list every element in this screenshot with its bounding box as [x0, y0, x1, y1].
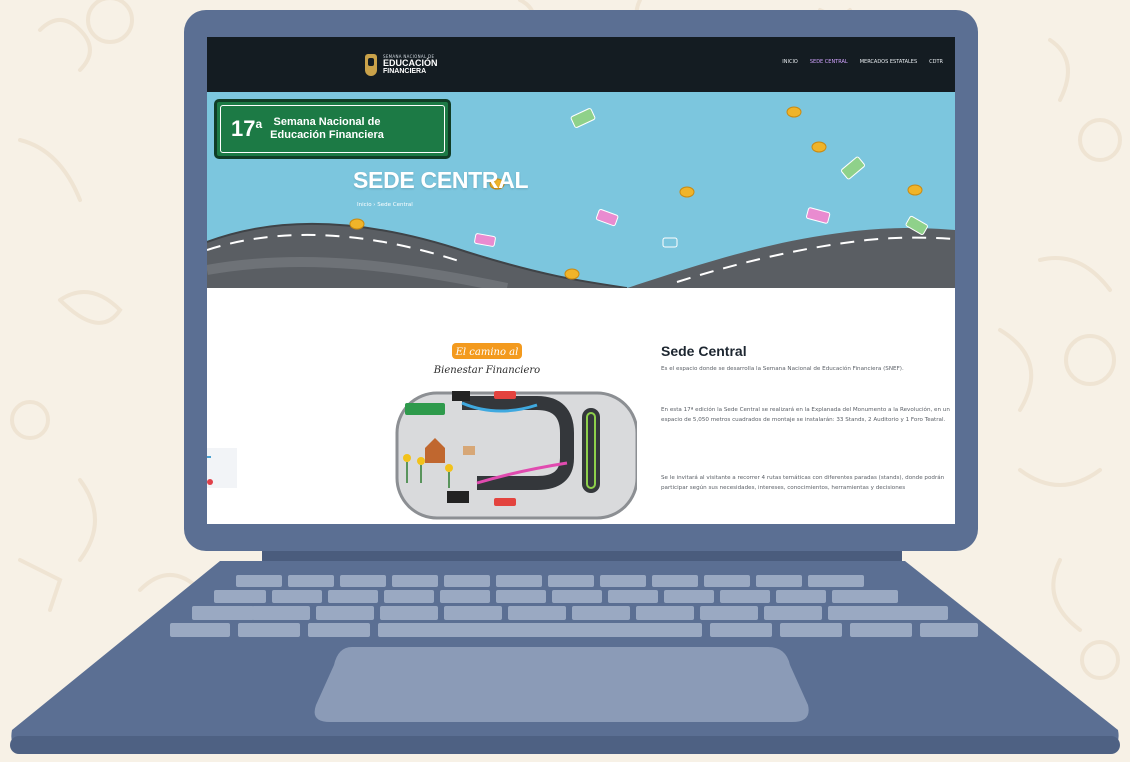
keyboard-keys — [170, 575, 978, 637]
hero-banner: 17a Semana Nacional de Educación Financi… — [207, 92, 955, 288]
side-decoration — [207, 448, 237, 488]
art-title-2: Bienestar Financiero — [433, 365, 540, 376]
laptop-hinge — [262, 551, 902, 561]
menu-item-mercados-estatales[interactable]: MERCADOS ESTATALES — [860, 59, 917, 65]
site-header: SEMANA NACIONAL DE EDUCACIÓN FINANCIERA … — [207, 37, 955, 92]
badge-text: Semana Nacional de Educación Financiera — [270, 115, 384, 141]
menu-item-inicio[interactable]: INICIO — [782, 59, 798, 65]
paragraph-location: En esta 17ª edición la Sede Central se r… — [661, 407, 950, 423]
browser-screen: SEMANA NACIONAL DE EDUCACIÓN FINANCIERA … — [207, 37, 955, 524]
site-logo[interactable]: SEMANA NACIONAL DE EDUCACIÓN FINANCIERA — [365, 51, 438, 79]
main-content: El camino al Bienestar Financiero Sede C… — [207, 288, 955, 524]
trackpad — [314, 647, 809, 722]
art-title-1: El camino al — [455, 347, 519, 358]
logo-line-1: EDUCACIÓN — [383, 58, 438, 68]
event-badge: 17a Semana Nacional de Educación Financi… — [214, 99, 451, 159]
paragraph-routes: Se le invitará al visitante a recorrer 4… — [661, 475, 945, 491]
breadcrumb[interactable]: Inicio › Sede Central — [357, 202, 413, 208]
logo-line-2: FINANCIERA — [383, 68, 427, 75]
section-title: Sede Central — [661, 343, 747, 359]
paragraph-intro: Es el espacio donde se desarrolla la Sem… — [661, 366, 904, 372]
route-map-illustration: El camino al Bienestar Financiero — [395, 343, 637, 520]
main-menu: INICIO SEDE CENTRAL MERCADOS ESTATALES C… — [782, 59, 943, 65]
page-title: SEDE CENTRAL — [353, 167, 529, 193]
menu-item-sede-central[interactable]: SEDE CENTRAL — [810, 59, 848, 65]
badge-number: 17a — [231, 116, 263, 141]
menu-item-cdtr[interactable]: CDTR — [929, 59, 943, 65]
logo-emblem-icon — [365, 54, 377, 76]
